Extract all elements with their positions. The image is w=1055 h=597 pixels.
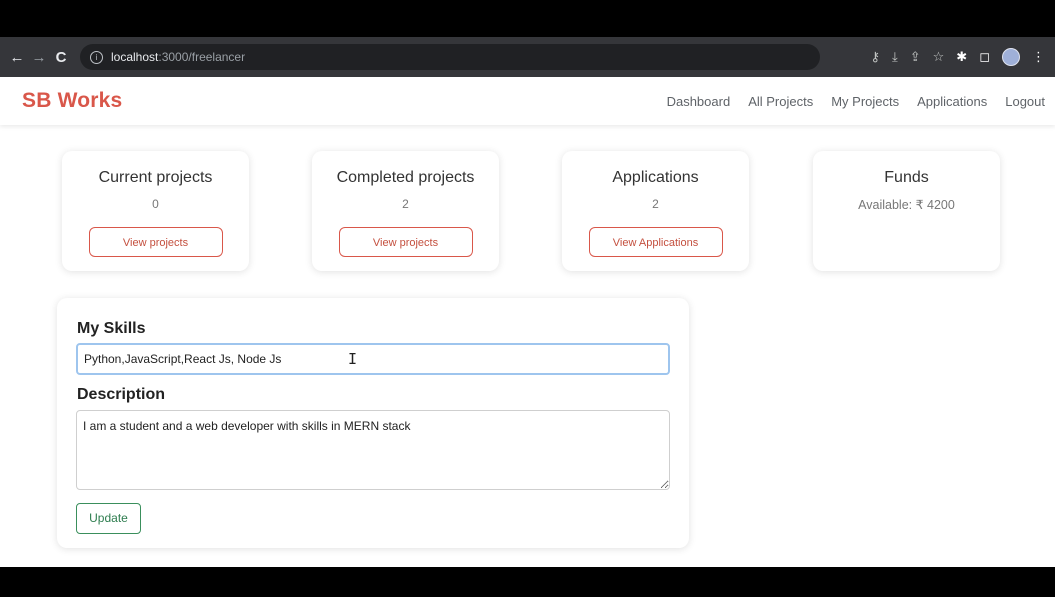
card-title: Funds — [884, 169, 929, 186]
card-funds: Funds Available: ₹ 4200 — [813, 151, 1000, 271]
letterbox-top — [0, 0, 1055, 37]
brand-logo[interactable]: SB Works — [22, 89, 122, 113]
url-host: localhost — [111, 50, 159, 64]
nav-dashboard[interactable]: Dashboard — [667, 94, 731, 109]
view-completed-projects-button[interactable]: View projects — [338, 227, 473, 257]
view-current-projects-button[interactable]: View projects — [88, 227, 223, 257]
profile-form: My Skills I Description I am a student a… — [57, 298, 689, 548]
card-applications: Applications 2 View Applications — [562, 151, 749, 271]
card-title: Applications — [612, 169, 699, 186]
nav-links: Dashboard All Projects My Projects Appli… — [667, 94, 1055, 109]
card-value: 0 — [152, 197, 159, 211]
avatar[interactable] — [1002, 48, 1020, 66]
address-bar[interactable]: i localhost:3000/freelancer — [80, 44, 820, 70]
card-current-projects: Current projects 0 View projects — [62, 151, 249, 271]
key-icon[interactable]: ⚷ — [870, 49, 880, 65]
nav-my-projects[interactable]: My Projects — [831, 94, 899, 109]
reload-icon[interactable]: C — [50, 49, 72, 66]
nav-all-projects[interactable]: All Projects — [748, 94, 813, 109]
site-info-icon[interactable]: i — [90, 50, 103, 64]
card-value: 2 — [652, 197, 659, 211]
card-title: Current projects — [98, 169, 213, 186]
url-path: :3000/freelancer — [158, 50, 246, 64]
share-icon[interactable]: ⇪ — [910, 49, 921, 65]
menu-icon[interactable]: ⋮ — [1032, 49, 1045, 65]
card-completed-projects: Completed projects 2 View projects — [312, 151, 499, 271]
browser-toolbar: ← → C i localhost:3000/freelancer ⚷ ⤓ ⇪ … — [0, 37, 1055, 77]
card-title: Completed projects — [336, 169, 475, 186]
card-value: 2 — [402, 197, 409, 211]
sidepanel-icon[interactable]: ◻ — [979, 49, 990, 65]
nav-logout[interactable]: Logout — [1005, 94, 1045, 109]
back-icon[interactable]: ← — [6, 49, 28, 66]
install-icon[interactable]: ⤓ — [892, 49, 898, 65]
skills-input[interactable] — [76, 343, 670, 375]
skills-label: My Skills — [77, 320, 146, 337]
letterbox-bottom — [0, 567, 1055, 597]
text-cursor-icon: I — [348, 350, 358, 368]
navbar: SB Works Dashboard All Projects My Proje… — [0, 77, 1055, 125]
description-textarea[interactable]: I am a student and a web developer with … — [76, 410, 670, 490]
nav-applications[interactable]: Applications — [917, 94, 987, 109]
description-label: Description — [77, 386, 166, 403]
view-applications-button[interactable]: View Applications — [588, 227, 723, 257]
update-button[interactable]: Update — [76, 503, 141, 534]
star-icon[interactable]: ☆ — [933, 49, 945, 65]
page-content: SB Works Dashboard All Projects My Proje… — [0, 77, 1055, 567]
forward-icon[interactable]: → — [28, 49, 50, 66]
funds-available: Available: ₹ 4200 — [858, 198, 955, 212]
extensions-icon[interactable]: ✱ — [956, 49, 967, 65]
